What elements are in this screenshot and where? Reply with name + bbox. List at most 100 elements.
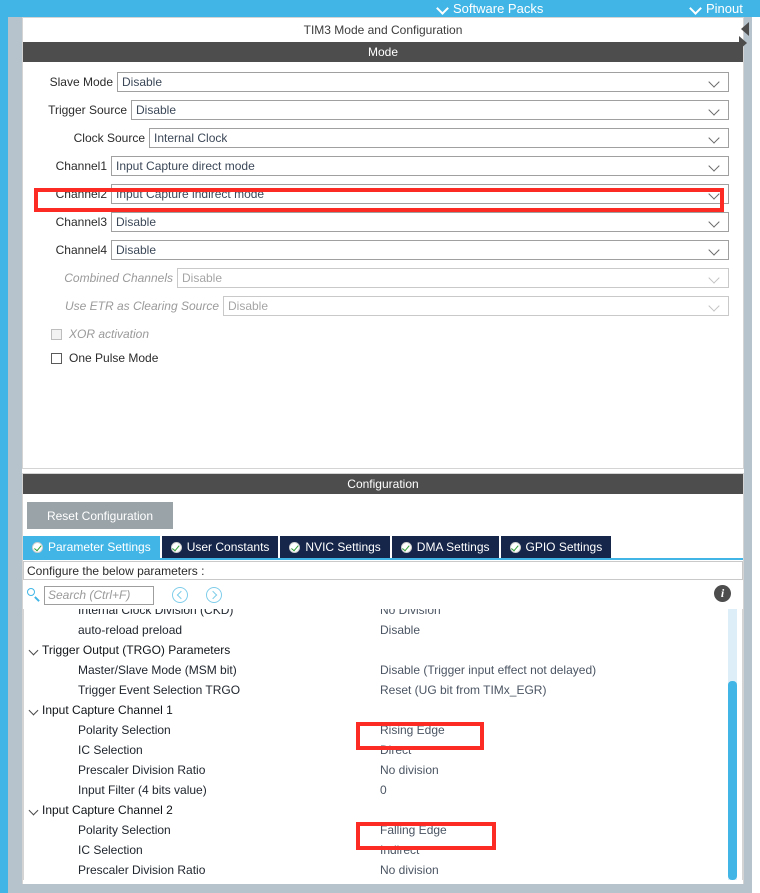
reset-configuration-button[interactable]: Reset Configuration: [27, 502, 173, 529]
field-channel3: Channel3 Disable: [37, 212, 729, 232]
tree-row-value: Falling Edge: [380, 823, 447, 837]
chevron-down-icon[interactable]: [28, 800, 42, 820]
tree-row[interactable]: auto-reload preload Disable: [24, 620, 742, 640]
chevron-down-icon: [709, 218, 720, 229]
tree-group-input-capture-channel-1[interactable]: Input Capture Channel 1: [24, 700, 742, 720]
field-label: Channel1: [55, 159, 107, 173]
chevron-down-icon: [709, 162, 720, 173]
check-circle-icon: [170, 541, 182, 553]
parameter-search-row: i: [23, 580, 743, 607]
tree-row-label: Master/Slave Mode (MSM bit): [78, 663, 237, 677]
tree-row[interactable]: Master/Slave Mode (MSM bit) Disable (Tri…: [24, 660, 742, 680]
combined-channels-dropdown: Disable: [177, 268, 729, 288]
parameter-tree-scrollbar-thumb[interactable]: [728, 681, 737, 880]
left-gutter: [8, 17, 22, 893]
tree-row-value: Reset (UG bit from TIMx_EGR): [380, 683, 547, 697]
chevron-down-icon: [709, 302, 720, 313]
panel-collapse-arrow-icon[interactable]: [741, 22, 749, 36]
field-use-etr-clearing-source: Use ETR as Clearing Source Disable: [37, 296, 729, 316]
dropdown-value: Disable: [122, 75, 163, 89]
chevron-down-icon: [709, 274, 720, 285]
tree-row[interactable]: Input Filter (4 bits value) 0: [24, 780, 742, 800]
field-label: Channel3: [55, 215, 107, 229]
configuration-section-header: Configuration: [23, 474, 743, 494]
panel-expand-arrow-icon[interactable]: [739, 36, 747, 50]
top-menu-bar: Software Packs Pinout: [0, 0, 760, 17]
tree-row-label: Polarity Selection: [78, 823, 171, 837]
chevron-down-icon: [690, 3, 701, 14]
clock-source-dropdown[interactable]: Internal Clock: [149, 128, 729, 148]
tree-row-label: Input Filter (4 bits value): [78, 783, 207, 797]
parameter-tree: Internal Clock Division (CKD) No Divisio…: [23, 609, 743, 880]
field-channel4: Channel4 Disable: [37, 240, 729, 260]
check-circle-icon: [509, 541, 521, 553]
dropdown-value: Disable: [116, 243, 157, 257]
mode-section-header: Mode: [23, 42, 743, 62]
parameter-tree-rows: Internal Clock Division (CKD) No Divisio…: [24, 609, 742, 880]
field-label: Channel4: [55, 243, 107, 257]
check-circle-icon: [289, 541, 301, 553]
cubemx-window: Software Packs Pinout TIM3 Mode and Conf…: [0, 0, 760, 893]
trigger-source-dropdown[interactable]: Disable: [131, 100, 729, 120]
dropdown-value: Input Capture direct mode: [116, 159, 255, 173]
tree-row-label: IC Selection: [78, 743, 143, 757]
channel2-dropdown[interactable]: Input Capture indirect mode: [111, 184, 729, 204]
tree-row[interactable]: IC Selection Indirect: [24, 840, 742, 860]
field-label: Combined Channels: [64, 271, 173, 285]
tree-row-label: Internal Clock Division (CKD): [78, 609, 234, 617]
info-icon[interactable]: i: [714, 585, 731, 602]
tree-row-value: No division: [380, 763, 439, 777]
mode-panel: TIM3 Mode and Configuration Mode Slave M…: [22, 17, 744, 469]
chevron-down-icon: [709, 134, 720, 145]
tab-user-constants[interactable]: User Constants: [161, 536, 279, 558]
tab-parameter-settings[interactable]: Parameter Settings: [23, 536, 160, 558]
tab-gpio-settings[interactable]: GPIO Settings: [500, 536, 612, 558]
checkbox-one-pulse-mode[interactable]: One Pulse Mode: [51, 348, 729, 368]
tab-dma-settings[interactable]: DMA Settings: [391, 536, 499, 558]
tree-group-trgo-parameters[interactable]: Trigger Output (TRGO) Parameters: [24, 640, 742, 660]
slave-mode-dropdown[interactable]: Disable: [117, 72, 729, 92]
tab-label: Parameter Settings: [48, 540, 151, 554]
menu-item-pinout[interactable]: Pinout: [690, 0, 743, 17]
chevron-right-circle-icon[interactable]: [206, 587, 222, 603]
dropdown-value: Disable: [182, 271, 223, 285]
tree-row[interactable]: Trigger Event Selection TRGO Reset (UG b…: [24, 680, 742, 700]
tree-group-input-capture-channel-2[interactable]: Input Capture Channel 2: [24, 800, 742, 820]
tree-row[interactable]: Polarity Selection Rising Edge: [24, 720, 742, 740]
menu-item-software-packs[interactable]: Software Packs: [437, 0, 543, 17]
tree-row[interactable]: Prescaler Division Ratio No division: [24, 860, 742, 880]
tree-row[interactable]: Internal Clock Division (CKD) No Divisio…: [24, 609, 742, 620]
tree-row-label: Prescaler Division Ratio: [78, 763, 206, 777]
checkbox-icon[interactable]: [51, 352, 62, 364]
channel3-dropdown[interactable]: Disable: [111, 212, 729, 232]
tree-row[interactable]: Prescaler Division Ratio No division: [24, 760, 742, 780]
chevron-down-icon[interactable]: [28, 700, 42, 720]
field-label: Slave Mode: [49, 75, 113, 89]
dropdown-value: Internal Clock: [154, 131, 228, 145]
channel1-dropdown[interactable]: Input Capture direct mode: [111, 156, 729, 176]
chevron-down-icon: [437, 3, 448, 14]
tree-row-value: No Division: [380, 609, 441, 617]
tree-row[interactable]: Polarity Selection Falling Edge: [24, 820, 742, 840]
tree-row[interactable]: IC Selection Direct: [24, 740, 742, 760]
search-input[interactable]: [44, 585, 154, 605]
tab-nvic-settings[interactable]: NVIC Settings: [280, 536, 390, 558]
use-etr-dropdown: Disable: [223, 296, 729, 316]
dropdown-value: Input Capture indirect mode: [116, 187, 265, 201]
bottom-strip: [22, 884, 744, 893]
channel4-dropdown[interactable]: Disable: [111, 240, 729, 260]
tree-row-value: Disable: [380, 623, 421, 637]
tree-row-label: Input Capture Channel 1: [42, 703, 173, 717]
chevron-left-circle-icon[interactable]: [172, 587, 188, 603]
dropdown-value: Disable: [116, 215, 157, 229]
chevron-down-icon[interactable]: [28, 640, 42, 660]
configuration-panel: Configuration Reset Configuration Parame…: [22, 473, 744, 893]
search-icon: [26, 587, 42, 603]
field-label: Clock Source: [73, 131, 145, 145]
